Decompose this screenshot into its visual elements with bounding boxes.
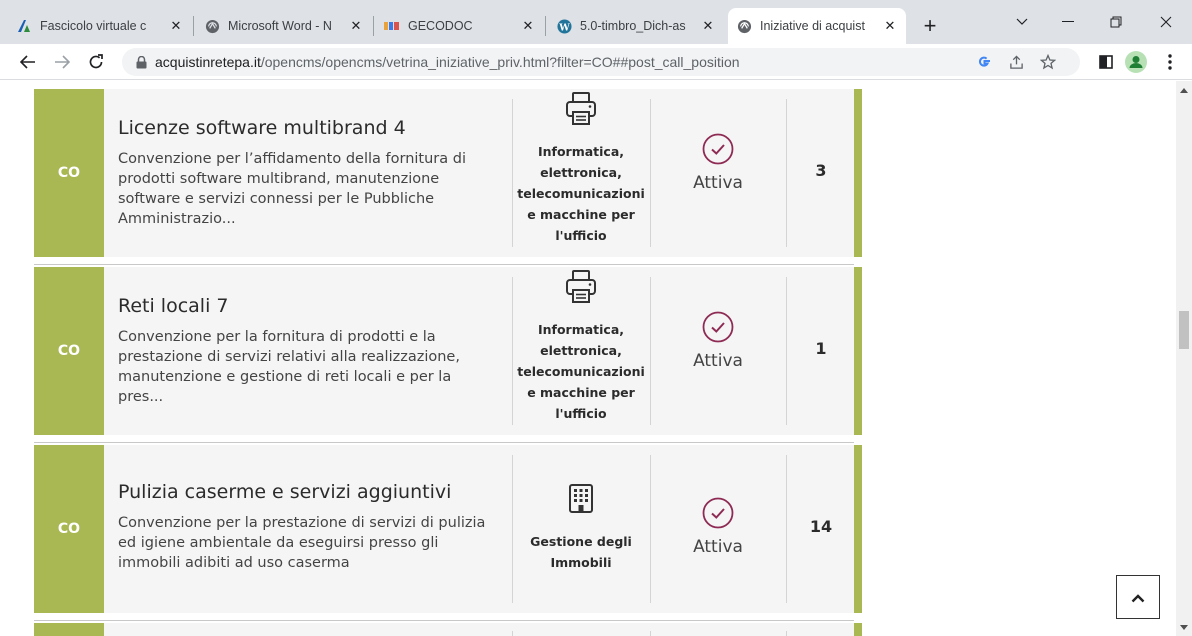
tab-iniziative-active[interactable]: Iniziative di acquist ✕ bbox=[728, 8, 906, 44]
printer-icon bbox=[564, 91, 598, 127]
browser-menu-icon[interactable] bbox=[1156, 48, 1184, 76]
close-icon[interactable]: ✕ bbox=[882, 18, 898, 34]
google-lens-icon[interactable] bbox=[970, 48, 998, 76]
category-line: e macchine per bbox=[527, 207, 635, 222]
tab-title: 5.0-timbro_Dich-as bbox=[580, 19, 686, 33]
initiative-category: Informatica, elettronica, telecomunicazi… bbox=[517, 141, 645, 246]
tab-fascicolo[interactable]: Fascicolo virtuale c ✕ bbox=[8, 8, 192, 44]
scroll-down-arrow-icon[interactable] bbox=[1176, 620, 1192, 634]
initiative-category: Informatica, elettronica, telecomunicazi… bbox=[517, 319, 645, 424]
check-circle-icon bbox=[702, 311, 734, 347]
browser-tab-strip: Fascicolo virtuale c ✕ Microsoft Word - … bbox=[0, 0, 1192, 44]
category-line: elettronica, bbox=[540, 165, 622, 180]
initiative-card[interactable]: CO Licenze software multibrand 4 Convenz… bbox=[34, 89, 862, 257]
page-content: CO Licenze software multibrand 4 Convenz… bbox=[0, 81, 1176, 636]
tab-microsoft-word[interactable]: Microsoft Word - N ✕ bbox=[196, 8, 372, 44]
wordpress-icon: W bbox=[556, 18, 572, 34]
building-icon bbox=[564, 481, 598, 517]
globe-icon bbox=[736, 18, 752, 34]
category-line: Immobili bbox=[550, 555, 612, 570]
initiative-title[interactable]: Pulizia caserme e servizi aggiuntivi bbox=[118, 481, 498, 503]
tab-timbro[interactable]: W 5.0-timbro_Dich-as ✕ bbox=[548, 8, 724, 44]
tab-title: GECODOC bbox=[408, 19, 473, 33]
initiative-status: Attiva bbox=[693, 351, 743, 371]
category-line: Informatica, bbox=[537, 144, 625, 159]
tab-title: Iniziative di acquist bbox=[760, 19, 865, 33]
category-line: l'ufficio bbox=[555, 406, 607, 421]
tab-title: Microsoft Word - N bbox=[228, 19, 332, 33]
initiative-card-partial[interactable] bbox=[34, 623, 862, 636]
tab-separator bbox=[193, 16, 194, 36]
category-line: Informatica, bbox=[537, 322, 625, 337]
category-line: telecomunicazioni bbox=[517, 186, 645, 201]
globe-icon bbox=[204, 18, 220, 34]
initiative-count: 3 bbox=[815, 161, 827, 180]
check-circle-icon bbox=[702, 133, 734, 169]
printer-icon bbox=[564, 269, 598, 305]
profile-avatar-icon[interactable] bbox=[1122, 48, 1150, 76]
back-to-top-button[interactable] bbox=[1116, 575, 1160, 619]
tab-title: Fascicolo virtuale c bbox=[40, 19, 147, 33]
url-path: /opencms/opencms/vetrina_iniziative_priv… bbox=[260, 54, 740, 70]
column-divider bbox=[512, 631, 513, 636]
chevron-up-icon bbox=[1131, 588, 1145, 607]
card-separator bbox=[34, 264, 854, 265]
initiative-status: Attiva bbox=[693, 173, 743, 193]
tab-search-chevron-icon[interactable] bbox=[1000, 8, 1044, 36]
forward-arrow-icon[interactable] bbox=[48, 48, 76, 76]
initiative-card[interactable]: CO Pulizia caserme e servizi aggiuntivi … bbox=[34, 445, 862, 613]
initiative-description: Convenzione per l’affidamento della forn… bbox=[118, 151, 466, 227]
tab-separator bbox=[373, 16, 374, 36]
initiative-type-badge: CO bbox=[34, 267, 104, 435]
tab-separator bbox=[545, 16, 546, 36]
scroll-up-arrow-icon[interactable] bbox=[1176, 83, 1192, 97]
svg-text:W: W bbox=[558, 22, 570, 33]
url-host: acquistinretepa.it bbox=[155, 54, 261, 70]
url-text: acquistinretepa.it/opencms/opencms/vetri… bbox=[155, 54, 740, 70]
close-icon[interactable]: ✕ bbox=[700, 18, 716, 34]
close-icon[interactable]: ✕ bbox=[520, 18, 536, 34]
initiative-description: Convenzione per la fornitura di prodotti… bbox=[118, 329, 460, 405]
initiative-title[interactable]: Reti locali 7 bbox=[118, 295, 498, 317]
gecodoc-icon bbox=[384, 18, 400, 34]
restore-icon[interactable] bbox=[1094, 8, 1138, 36]
close-icon[interactable]: ✕ bbox=[168, 18, 184, 34]
initiative-count: 1 bbox=[815, 339, 827, 358]
card-separator bbox=[34, 620, 854, 621]
initiative-count: 14 bbox=[809, 517, 833, 536]
side-panel-icon[interactable] bbox=[1092, 48, 1120, 76]
back-arrow-icon[interactable] bbox=[14, 48, 42, 76]
tab-gecodoc[interactable]: GECODOC ✕ bbox=[376, 8, 544, 44]
scrollbar-thumb[interactable] bbox=[1179, 311, 1189, 349]
app-a-icon bbox=[16, 18, 32, 34]
check-circle-icon bbox=[702, 497, 734, 533]
close-window-icon[interactable] bbox=[1144, 8, 1188, 36]
new-tab-button[interactable]: + bbox=[918, 13, 942, 38]
category-line: e macchine per bbox=[527, 385, 635, 400]
initiative-type-badge: CO bbox=[34, 445, 104, 613]
category-line: Gestione degli bbox=[530, 534, 632, 549]
initiative-card[interactable]: CO Reti locali 7 Convenzione per la forn… bbox=[34, 267, 862, 435]
bookmark-star-icon[interactable] bbox=[1034, 48, 1062, 76]
card-separator bbox=[34, 442, 854, 443]
category-line: telecomunicazioni bbox=[517, 364, 645, 379]
lock-icon bbox=[136, 55, 147, 69]
browser-toolbar: acquistinretepa.it/opencms/opencms/vetri… bbox=[0, 44, 1192, 80]
reload-icon[interactable] bbox=[82, 48, 110, 76]
address-bar[interactable]: acquistinretepa.it/opencms/opencms/vetri… bbox=[122, 48, 1080, 76]
share-icon[interactable] bbox=[1002, 48, 1030, 76]
category-line: l'ufficio bbox=[555, 228, 607, 243]
minimize-icon[interactable] bbox=[1046, 8, 1090, 36]
initiative-description: Convenzione per la prestazione di serviz… bbox=[118, 515, 486, 571]
initiative-type-badge bbox=[34, 623, 104, 636]
column-divider bbox=[650, 631, 651, 636]
initiative-category: Gestione degli Immobili bbox=[530, 531, 632, 573]
column-divider bbox=[786, 631, 787, 636]
page-scrollbar[interactable] bbox=[1176, 81, 1192, 636]
category-line: elettronica, bbox=[540, 343, 622, 358]
close-icon[interactable]: ✕ bbox=[348, 18, 364, 34]
initiative-type-badge: CO bbox=[34, 89, 104, 257]
initiative-title[interactable]: Licenze software multibrand 4 bbox=[118, 117, 498, 139]
initiative-status: Attiva bbox=[693, 537, 743, 557]
